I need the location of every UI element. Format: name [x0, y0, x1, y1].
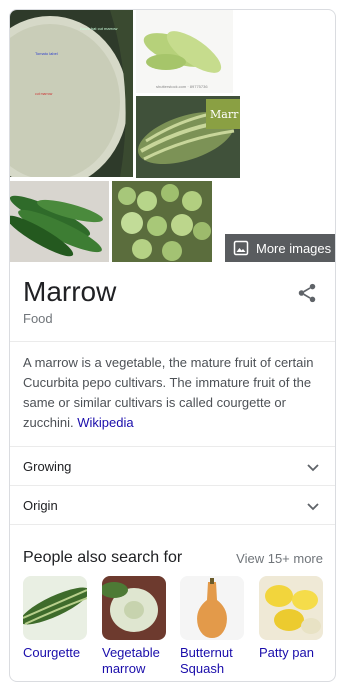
- description-text: A marrow is a vegetable, the mature frui…: [23, 355, 314, 430]
- svg-text:Tomato label: Tomato label: [35, 51, 58, 56]
- section-growing[interactable]: Growing: [10, 446, 335, 485]
- entity-header: Marrow Food: [10, 262, 335, 342]
- svg-text:Marr: Marr: [210, 108, 239, 121]
- courgette-thumbnail: [23, 576, 87, 640]
- pas-item-butternut-squash[interactable]: Butternut Squash: [180, 576, 246, 677]
- svg-text:Black hat cut marrow: Black hat cut marrow: [80, 26, 117, 31]
- pas-item-courgette[interactable]: Courgette: [23, 576, 89, 661]
- knowledge-panel: Black hat cut marrow Tomato label cut ma…: [9, 9, 336, 682]
- entity-description: A marrow is a vegetable, the mature frui…: [23, 353, 326, 433]
- pas-label: Patty pan: [259, 645, 314, 660]
- marrows-white-image[interactable]: shutterstock.com · 89775736: [136, 10, 233, 93]
- section-origin[interactable]: Origin: [10, 485, 335, 524]
- pas-label: Courgette: [23, 645, 81, 660]
- svg-text:cut marrow: cut marrow: [35, 92, 53, 96]
- patty-pan-thumbnail: [259, 576, 323, 640]
- chevron-down-icon: [305, 459, 321, 475]
- view-more-link[interactable]: View 15+ more: [236, 551, 323, 566]
- pas-item-vegetable-marrow[interactable]: Vegetable marrow: [102, 576, 168, 677]
- people-also-search-heading: People also search for: [23, 549, 183, 566]
- section-origin-label: Origin: [23, 497, 58, 513]
- butternut-squash-thumbnail: [180, 576, 244, 640]
- wikipedia-link[interactable]: Wikipedia: [77, 415, 133, 430]
- image-gallery: Black hat cut marrow Tomato label cut ma…: [10, 10, 335, 262]
- marrow-cut-image[interactable]: Black hat cut marrow Tomato label cut ma…: [10, 10, 133, 177]
- entity-title: Marrow: [23, 276, 117, 307]
- market-squash-image[interactable]: [112, 181, 212, 262]
- striped-marrow-image[interactable]: Marr: [136, 96, 240, 178]
- more-images-label: More images: [256, 240, 332, 256]
- vegetable-marrow-thumbnail: [102, 576, 166, 640]
- entity-subtitle: Food: [23, 311, 53, 326]
- section-growing-label: Growing: [23, 458, 72, 474]
- image-icon: [233, 240, 249, 256]
- section-divider: [10, 524, 335, 525]
- svg-text:shutterstock.com · 89775736: shutterstock.com · 89775736: [156, 84, 208, 89]
- courgettes-image[interactable]: [10, 181, 109, 262]
- pas-item-patty-pan[interactable]: Patty pan: [259, 576, 325, 661]
- chevron-down-icon: [305, 498, 321, 514]
- share-icon[interactable]: [296, 282, 318, 304]
- pas-label: Vegetable marrow: [102, 645, 160, 676]
- pas-label: Butternut Squash: [180, 645, 233, 676]
- more-images-button[interactable]: More images: [225, 234, 335, 262]
